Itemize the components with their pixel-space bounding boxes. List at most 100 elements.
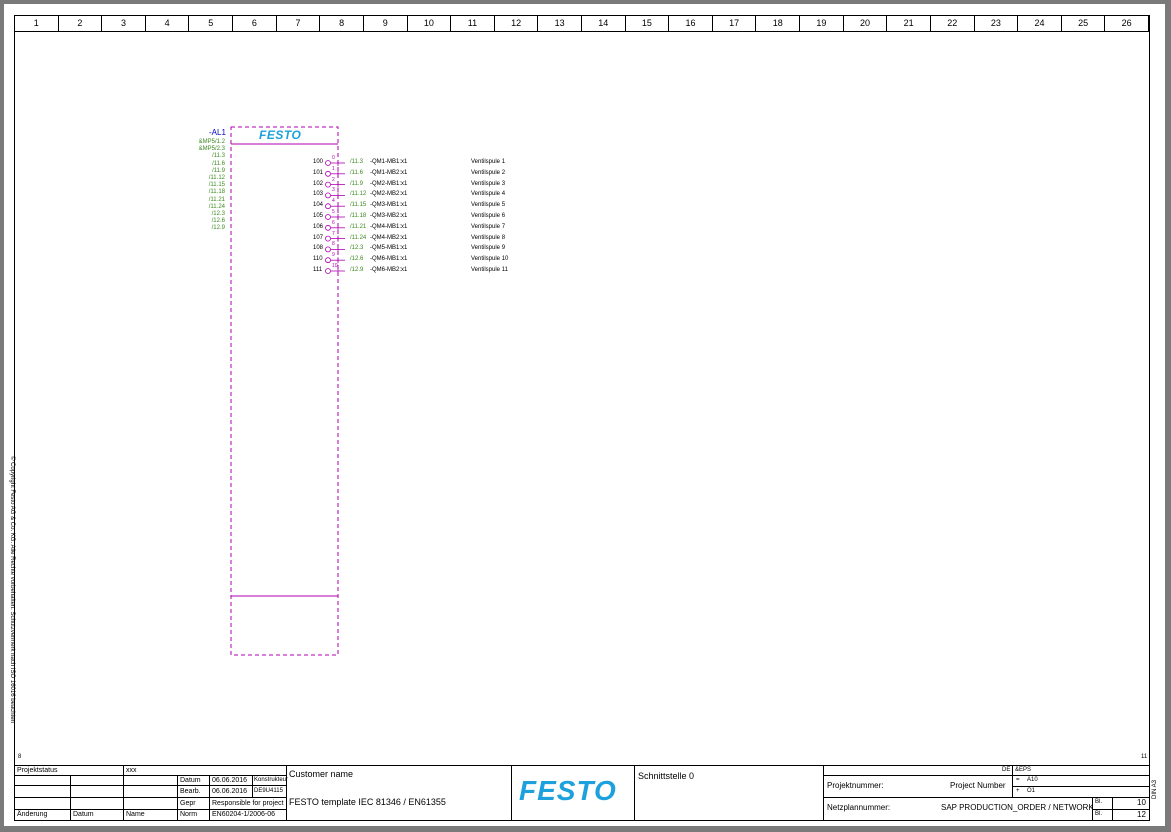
- norm-value: EN60204-1/2006-06: [212, 811, 276, 818]
- output-description: Ventilspule 11: [471, 267, 508, 273]
- document-code: &EPS: [1015, 767, 1032, 773]
- datum2-label: Datum: [73, 811, 94, 818]
- output-target: -QM2-MB2:x1: [370, 191, 408, 198]
- output-cross-reference: /12.3: [350, 245, 364, 252]
- cross-reference-left: /11.3: [212, 153, 225, 160]
- device-tag: -AL1: [209, 128, 226, 137]
- cross-reference-left: /12.9: [211, 225, 225, 232]
- output-target: -QM2-MB1:x1: [370, 180, 408, 187]
- cross-reference-left: /11.12: [208, 175, 225, 181]
- projektnummer-label: Projektnummer:: [827, 781, 884, 790]
- output-cross-reference: /11.6: [350, 169, 363, 176]
- output-description: Ventilspule 1: [471, 159, 506, 165]
- output-number: 100: [313, 159, 324, 165]
- output-number: 105: [313, 213, 324, 219]
- pin-number: 3: [332, 187, 335, 194]
- output-description: Ventilspule 9: [471, 245, 506, 252]
- gepr-label: Gepr: [180, 800, 196, 807]
- sheet-label: Bl.: [1095, 799, 1103, 805]
- cross-reference-left: /12.6: [211, 218, 225, 225]
- output-description: Ventilspule 5: [471, 202, 506, 209]
- norm-label: Norm: [180, 811, 198, 818]
- output-cross-reference: /12.9: [350, 267, 364, 273]
- sheet-total-label: Bl.: [1095, 811, 1103, 817]
- output-number: 104: [313, 202, 324, 209]
- gepr-value: Responsible for project: [212, 800, 284, 807]
- title-block: Projektstatus xxx Datum 06.06.2016 Konst…: [15, 765, 1149, 821]
- output-contacts: [325, 160, 345, 274]
- location-prefix: +: [1016, 788, 1020, 794]
- projektstatus-value: xxx: [126, 767, 137, 774]
- datum-value: 06.06.2016: [212, 777, 248, 784]
- terminal-circle: [325, 214, 331, 220]
- cross-reference-left: /11.6: [212, 160, 225, 167]
- titleblock-festo-logo: FESTO: [519, 775, 617, 806]
- template-name: FESTO template IEC 81346 / EN61355: [289, 797, 446, 807]
- output-description: Ventilspule 3: [471, 180, 506, 187]
- terminal-circle: [325, 160, 331, 166]
- netzplan-value: SAP PRODUCTION_ORDER / NETWORK: [941, 803, 1094, 812]
- output-target: -QM3-MB2:x1: [370, 213, 408, 219]
- cross-reference-left: /12.3: [211, 211, 225, 217]
- aenderung-label: Änderung: [17, 811, 48, 818]
- output-cross-reference: /11.12: [350, 191, 367, 198]
- output-cross-reference: /11.18: [350, 213, 367, 219]
- copyright-note: © Copyright Festo AG & Co. KG. Alle Rech…: [9, 456, 15, 723]
- output-number: 111: [313, 267, 323, 273]
- pin-number: 7: [332, 230, 335, 237]
- cross-reference-left: &MP5/1.2: [198, 139, 225, 145]
- output-target: -QM5-MB1:x1: [370, 245, 408, 252]
- pin-number: 2: [332, 176, 335, 183]
- pin-number: 10: [332, 263, 338, 269]
- output-number: 103: [313, 191, 324, 198]
- output-description: Ventilspule 4: [471, 191, 506, 198]
- output-cross-reference: /11.21: [350, 223, 367, 230]
- location-value: O1: [1027, 788, 1036, 794]
- sheet-total: 12: [1137, 810, 1146, 819]
- language-code: DE: [1002, 767, 1011, 773]
- drawing-frame: 1 2 3 4 5 6 7 8 9 10 11 12 13 14 15 16 17 18 19 20 21 22 23 24 2…: [14, 15, 1150, 821]
- output-description: Ventilspule 6: [471, 213, 506, 219]
- role-konstrukteur: Konstrukteur: [254, 777, 289, 783]
- output-number: 110: [313, 256, 323, 263]
- datum-label: Datum: [180, 777, 201, 784]
- function-value: A10: [1027, 777, 1038, 783]
- output-number: 107: [313, 234, 324, 241]
- pin-number: 1: [332, 165, 335, 172]
- output-description: Ventilspule 8: [471, 234, 506, 241]
- terminal-circle: [325, 181, 331, 188]
- output-target: -QM6-MB2:x1: [370, 267, 408, 273]
- bearb-label: Bearb.: [180, 788, 201, 795]
- terminal-circle: [325, 235, 331, 242]
- bearb-value: 06.06.2016: [212, 788, 248, 795]
- output-cross-reference: /11.3: [350, 159, 363, 165]
- customer-name: Customer name: [289, 769, 354, 779]
- cross-reference-left: /11.9: [212, 167, 225, 174]
- terminal-circle: [325, 203, 331, 210]
- terminal-circle: [325, 246, 331, 253]
- function-prefix: =: [1016, 777, 1020, 783]
- output-target: -QM1-MB2:x1: [370, 169, 408, 176]
- output-cross-reference: /11.24: [350, 234, 367, 241]
- pin-number: 6: [332, 219, 335, 226]
- cross-reference-left: /11.18: [208, 189, 225, 196]
- output-target: -QM3-MB1:x1: [370, 202, 408, 209]
- cross-reference-left: /11.21: [208, 196, 225, 203]
- output-number: 108: [313, 245, 324, 252]
- output-number: 102: [313, 180, 324, 187]
- netzplan-label: Netzplannummer:: [827, 803, 891, 812]
- pin-number: 9: [332, 252, 335, 259]
- pin-number: 4: [332, 198, 335, 205]
- terminal-circle: [325, 268, 331, 274]
- output-target: -QM4-MB1:x1: [370, 223, 408, 230]
- drawing-sheet: 1 2 3 4 5 6 7 8 9 10 11 12 13 14 15 16 17 18 19 20 21 22 23 24 2…: [4, 4, 1165, 826]
- output-number: 106: [313, 223, 324, 230]
- output-cross-reference: /11.9: [350, 180, 363, 187]
- terminal-circle: [325, 257, 331, 264]
- output-number: 101: [313, 169, 324, 176]
- projektstatus-label: Projektstatus: [17, 767, 58, 774]
- output-target: -QM4-MB2:x1: [370, 234, 408, 241]
- pin-number: 8: [332, 241, 335, 248]
- name-label: Name: [126, 811, 145, 818]
- cross-reference-left: &MP5/2.3: [198, 146, 225, 153]
